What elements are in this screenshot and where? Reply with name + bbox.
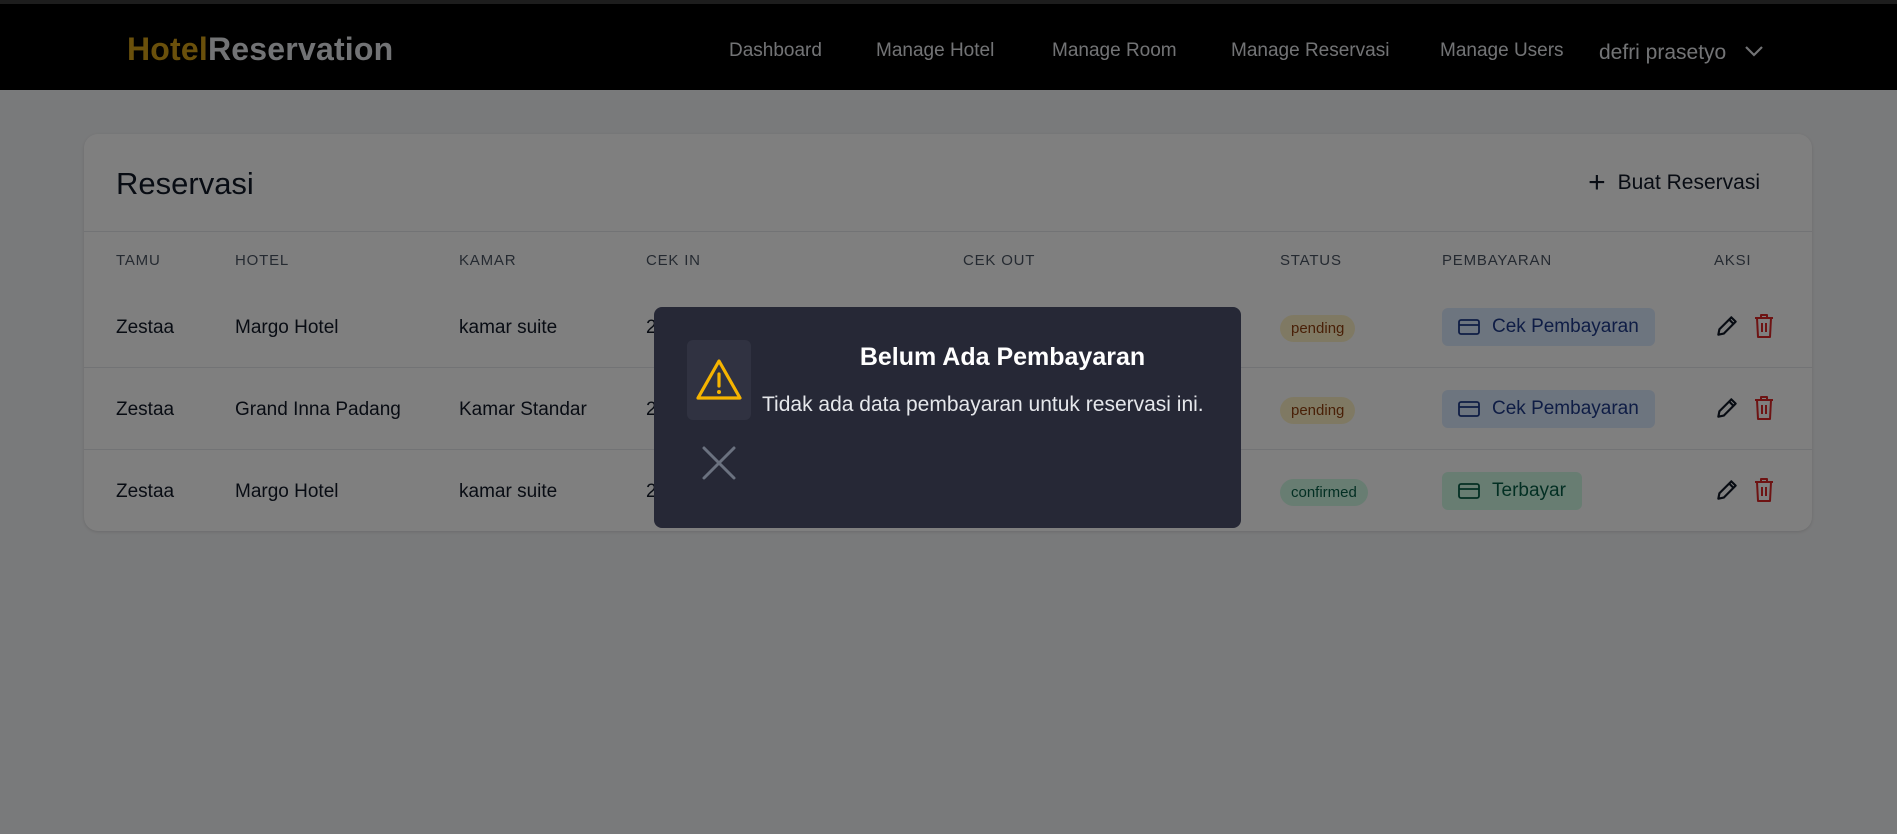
dialog-message: Tidak ada data pembayaran untuk reservas…: [762, 393, 1204, 416]
dialog-title-text: Belum Ada Pembayaran: [859, 343, 1146, 371]
close-icon[interactable]: [701, 445, 737, 486]
dialog-title: Belum Ada Pembayaran: [654, 343, 1241, 372]
payment-alert-dialog: Belum Ada Pembayaran Tidak ada data pemb…: [654, 307, 1241, 528]
